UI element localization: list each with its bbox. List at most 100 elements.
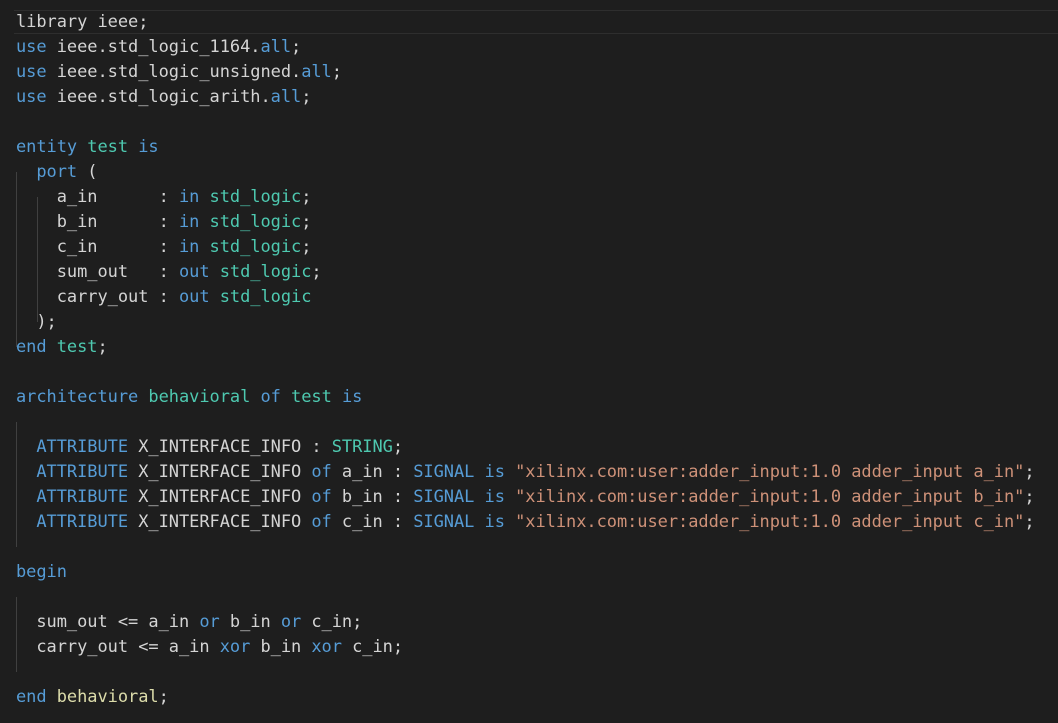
- code-token: or: [280, 612, 302, 632]
- code-line[interactable]: sum_out : out std_logic;: [16, 260, 322, 285]
- code-token: SIGNAL: [413, 512, 475, 532]
- code-token: ;: [301, 212, 312, 232]
- code-token: ATTRIBUTE: [36, 487, 129, 507]
- code-line[interactable]: use ieee.std_logic_unsigned.all;: [16, 60, 342, 85]
- code-line[interactable]: end behavioral;: [16, 685, 169, 710]
- code-token: ;: [1024, 487, 1035, 507]
- code-token: use: [16, 62, 47, 82]
- code-token: of: [260, 387, 281, 407]
- code-line[interactable]: ATTRIBUTE X_INTERFACE_INFO of a_in : SIG…: [16, 460, 1035, 485]
- code-token: std_logic: [219, 262, 312, 282]
- code-token: xor: [311, 637, 342, 657]
- code-token: );: [16, 312, 57, 332]
- code-token: ATTRIBUTE: [36, 512, 129, 532]
- code-token: test: [87, 137, 129, 157]
- code-token: all: [301, 62, 332, 82]
- code-token: c_in;: [301, 612, 363, 632]
- code-line[interactable]: entity test is: [16, 135, 159, 160]
- code-token: std_logic: [219, 287, 312, 307]
- code-token: ATTRIBUTE: [36, 462, 129, 482]
- code-token: ;: [301, 187, 312, 207]
- code-token: ;: [291, 37, 302, 57]
- code-token: "xilinx.com:user:adder_input:1.0 adder_i…: [515, 462, 1025, 482]
- code-token: ieee.std_logic_1164.: [46, 37, 261, 57]
- code-line[interactable]: sum_out <= a_in or b_in or c_in;: [16, 610, 362, 635]
- code-token: std_logic: [209, 187, 302, 207]
- code-token: std_logic: [209, 212, 302, 232]
- code-token: ;: [1024, 512, 1035, 532]
- code-token: ;: [1024, 462, 1035, 482]
- code-line[interactable]: a_in : in std_logic;: [16, 185, 312, 210]
- code-token: is: [138, 137, 159, 157]
- code-token: ;: [392, 437, 404, 457]
- code-token: all: [260, 37, 292, 57]
- code-token: b_in: [219, 612, 281, 632]
- code-token: carry_out <= a_in: [16, 637, 220, 657]
- code-token: architecture: [16, 387, 139, 407]
- code-token: X_INTERFACE_INFO: [128, 512, 312, 532]
- code-editor[interactable]: library ieee; use ieee.std_logic_1164.all…: [0, 10, 1058, 723]
- code-token: X_INTERFACE_INFO: [128, 462, 312, 482]
- code-token: X_INTERFACE_INFO: [128, 487, 312, 507]
- code-token: carry_out :: [16, 287, 179, 307]
- code-line[interactable]: carry_out : out std_logic: [16, 285, 312, 310]
- code-token: end: [16, 337, 47, 357]
- code-line[interactable]: ATTRIBUTE X_INTERFACE_INFO of b_in : SIG…: [16, 485, 1035, 510]
- code-token: end: [16, 687, 47, 707]
- code-token: a_in :: [16, 187, 179, 207]
- code-line[interactable]: carry_out <= a_in xor b_in xor c_in;: [16, 635, 403, 660]
- code-line[interactable]: begin: [16, 560, 67, 585]
- code-line[interactable]: c_in : in std_logic;: [16, 235, 312, 260]
- code-line[interactable]: use ieee.std_logic_arith.all;: [16, 85, 311, 110]
- code-token: c_in :: [331, 512, 414, 532]
- code-token: test: [291, 387, 332, 407]
- code-token: test: [56, 337, 98, 357]
- code-token: or: [199, 612, 220, 632]
- code-token: ;: [311, 262, 322, 282]
- code-token: out: [178, 262, 210, 282]
- code-token: of: [311, 512, 332, 532]
- code-token: in: [178, 237, 200, 257]
- code-token: b_in: [250, 637, 312, 657]
- code-line[interactable]: port (: [16, 160, 97, 185]
- code-token: ;: [331, 62, 342, 82]
- code-token: ieee.std_logic_unsigned.: [46, 62, 302, 82]
- code-token: in: [178, 212, 200, 232]
- code-token: STRING: [331, 437, 393, 457]
- code-token: ATTRIBUTE: [36, 437, 129, 457]
- code-line[interactable]: ATTRIBUTE X_INTERFACE_INFO of c_in : SIG…: [16, 510, 1035, 535]
- code-token: "xilinx.com:user:adder_input:1.0 adder_i…: [515, 512, 1025, 532]
- code-token: c_in;: [341, 637, 404, 657]
- code-token: c_in :: [16, 237, 179, 257]
- code-line[interactable]: library ieee;: [16, 10, 148, 35]
- code-line[interactable]: architecture behavioral of test is: [16, 385, 362, 410]
- code-token: behavioral: [148, 387, 251, 407]
- code-line[interactable]: );: [16, 310, 57, 335]
- code-token: sum_out :: [16, 262, 179, 282]
- code-token: SIGNAL: [413, 462, 475, 482]
- code-token: port: [36, 162, 78, 182]
- code-token: sum_out <= a_in: [16, 612, 200, 632]
- code-token: is: [341, 387, 363, 407]
- code-line[interactable]: use ieee.std_logic_1164.all;: [16, 35, 301, 60]
- code-line[interactable]: b_in : in std_logic;: [16, 210, 312, 235]
- code-line[interactable]: end test;: [16, 335, 108, 360]
- code-line[interactable]: ATTRIBUTE X_INTERFACE_INFO : STRING;: [16, 435, 403, 460]
- code-token: b_in :: [16, 212, 179, 232]
- code-token: entity: [16, 137, 78, 157]
